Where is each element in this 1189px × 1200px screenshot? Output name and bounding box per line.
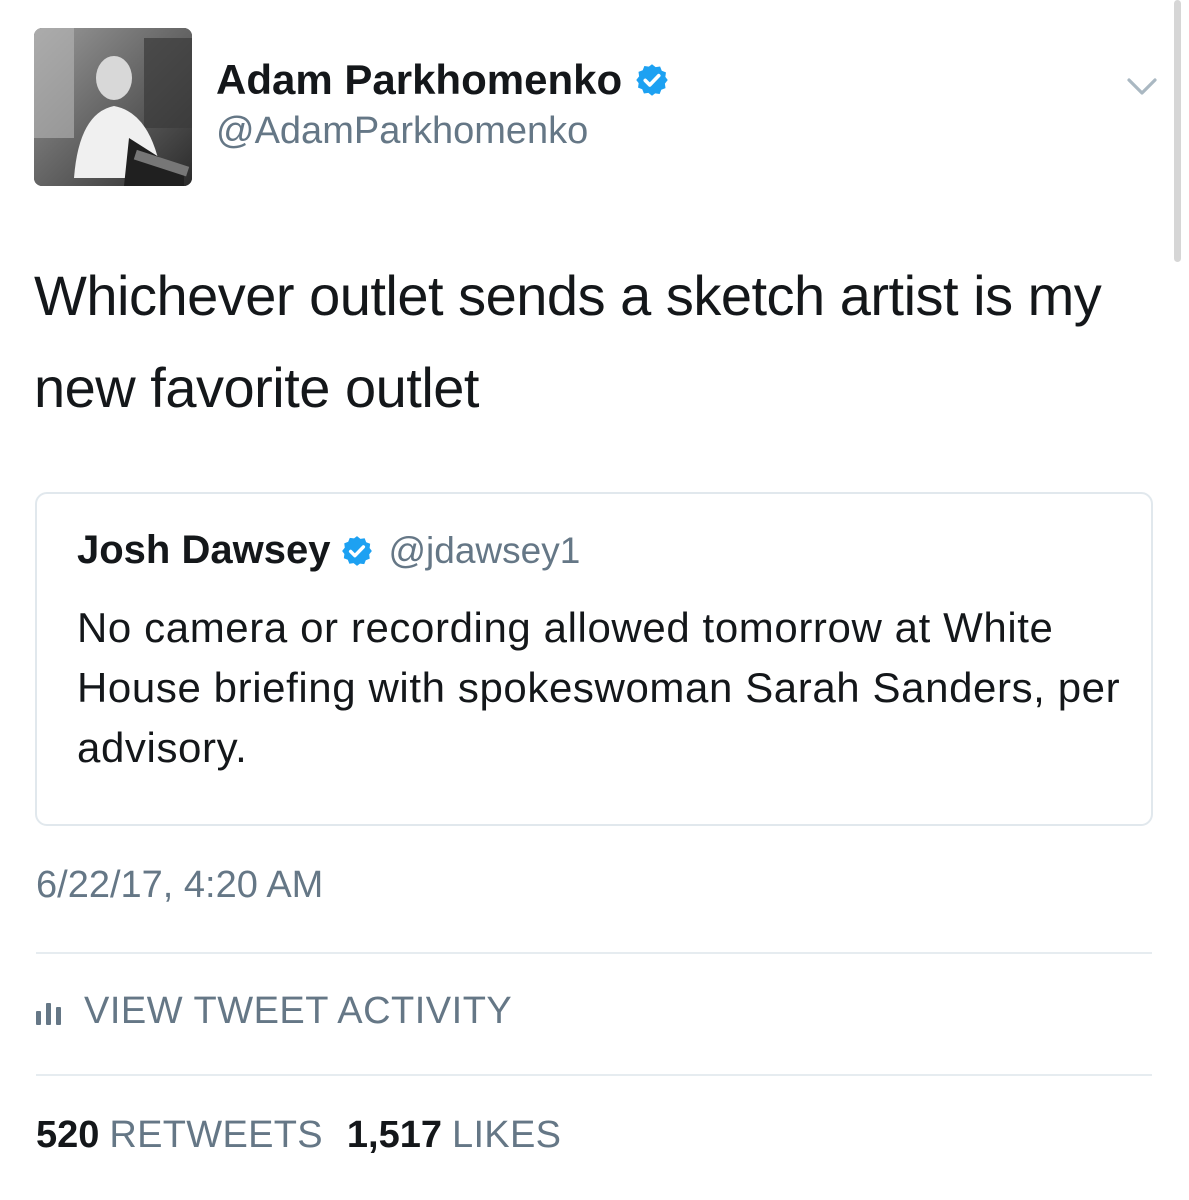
- likes-label: LIKES: [452, 1114, 562, 1156]
- divider: [36, 1074, 1152, 1076]
- chevron-down-icon[interactable]: [1124, 68, 1160, 104]
- author-avatar[interactable]: [34, 28, 192, 186]
- tweet-text: Whichever outlet sends a sketch artist i…: [34, 264, 1102, 419]
- retweets-stat[interactable]: 520 RETWEETS: [36, 1114, 323, 1157]
- quoted-tweet-header: Josh Dawsey @jdawsey1: [77, 528, 580, 573]
- retweets-count: 520: [36, 1114, 100, 1156]
- author-handle[interactable]: @AdamParkhomenko: [216, 110, 588, 153]
- likes-stat[interactable]: 1,517 LIKES: [347, 1114, 561, 1157]
- tweet-stats: 520 RETWEETS 1,517 LIKES: [36, 1114, 561, 1157]
- retweets-label: RETWEETS: [109, 1114, 323, 1156]
- bar-chart-icon: [34, 997, 64, 1027]
- divider: [36, 952, 1152, 954]
- quoted-author-name: Josh Dawsey: [77, 528, 331, 572]
- avatar-photo: [34, 28, 192, 186]
- view-tweet-activity-label: VIEW TWEET ACTIVITY: [84, 990, 513, 1032]
- quoted-tweet-card[interactable]: Josh Dawsey @jdawsey1 No camera or recor…: [35, 492, 1153, 826]
- author-display-name[interactable]: Adam Parkhomenko: [216, 56, 670, 104]
- quoted-author-handle: @jdawsey1: [388, 529, 581, 571]
- verified-badge-icon: [340, 534, 374, 568]
- likes-count: 1,517: [346, 1114, 443, 1156]
- verified-badge-icon: [634, 62, 670, 98]
- quoted-tweet-text: No camera or recording allowed tomorrow …: [77, 604, 1121, 771]
- view-tweet-activity-button[interactable]: VIEW TWEET ACTIVITY: [34, 990, 512, 1033]
- tweet-timestamp: 6/22/17, 4:20 AM: [36, 864, 324, 906]
- scrollbar[interactable]: [1174, 0, 1181, 262]
- author-name-text[interactable]: Adam Parkhomenko: [216, 56, 622, 104]
